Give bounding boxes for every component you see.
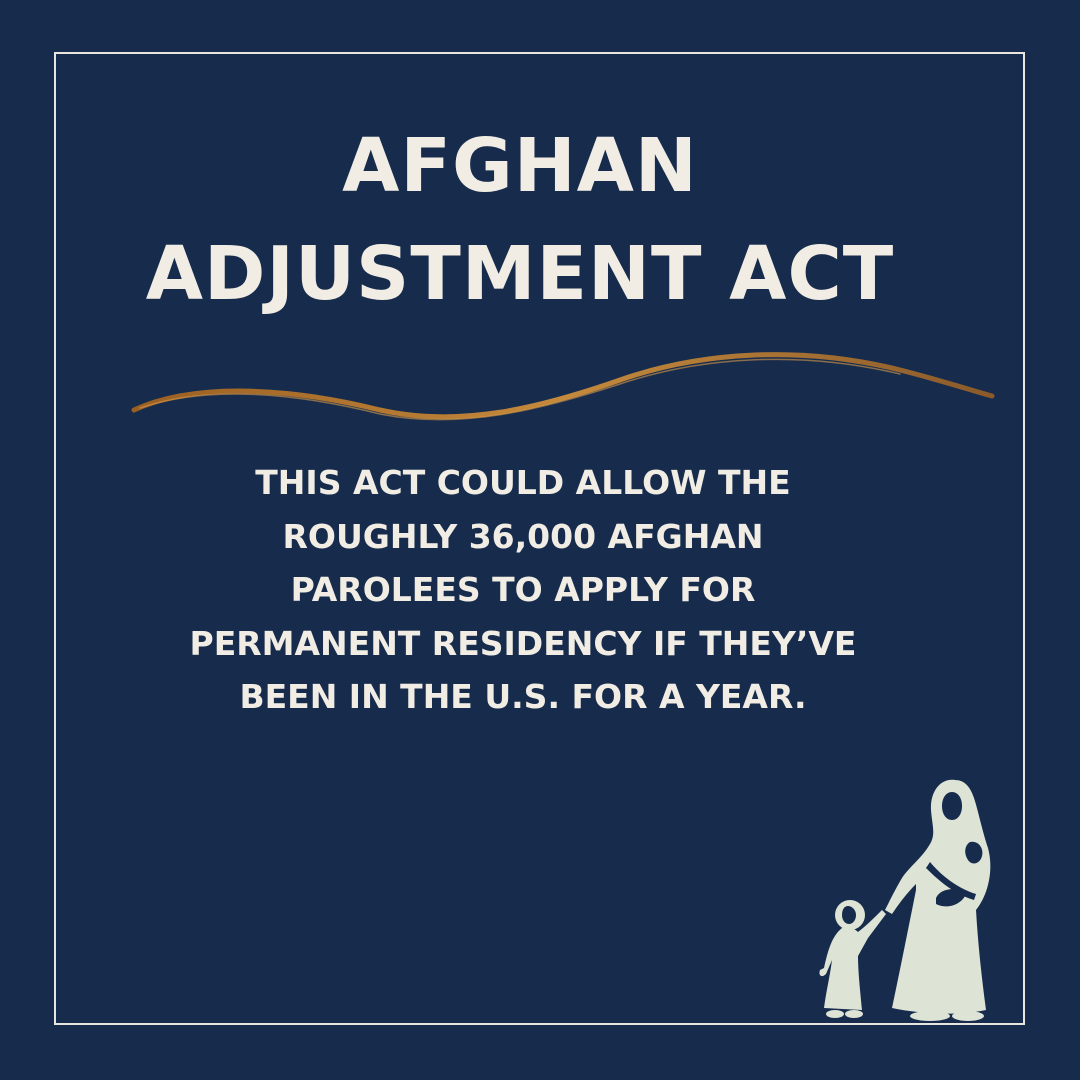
description-text: THIS ACT COULD ALLOW THE ROUGHLY 36,000 … — [0, 456, 1046, 724]
wave-divider — [131, 352, 995, 421]
title-line-1: AFGHAN — [342, 123, 698, 209]
body-line-4: PERMANENT RESIDENCY IF THEY’VE — [189, 623, 857, 663]
body-line-1: THIS ACT COULD ALLOW THE — [255, 463, 791, 502]
body-line-2: ROUGHLY 36,000 AFGHAN — [282, 516, 764, 556]
mother-and-children-icon — [819, 779, 991, 1021]
title-line-2: ADJUSTMENT ACT — [145, 231, 895, 317]
body-line-5: BEEN IN THE U.S. FOR A YEAR. — [239, 677, 807, 716]
body-line-3: PAROLEES TO APPLY FOR — [290, 570, 756, 609]
page-title: AFGHAN ADJUSTMENT ACT — [0, 112, 1040, 328]
